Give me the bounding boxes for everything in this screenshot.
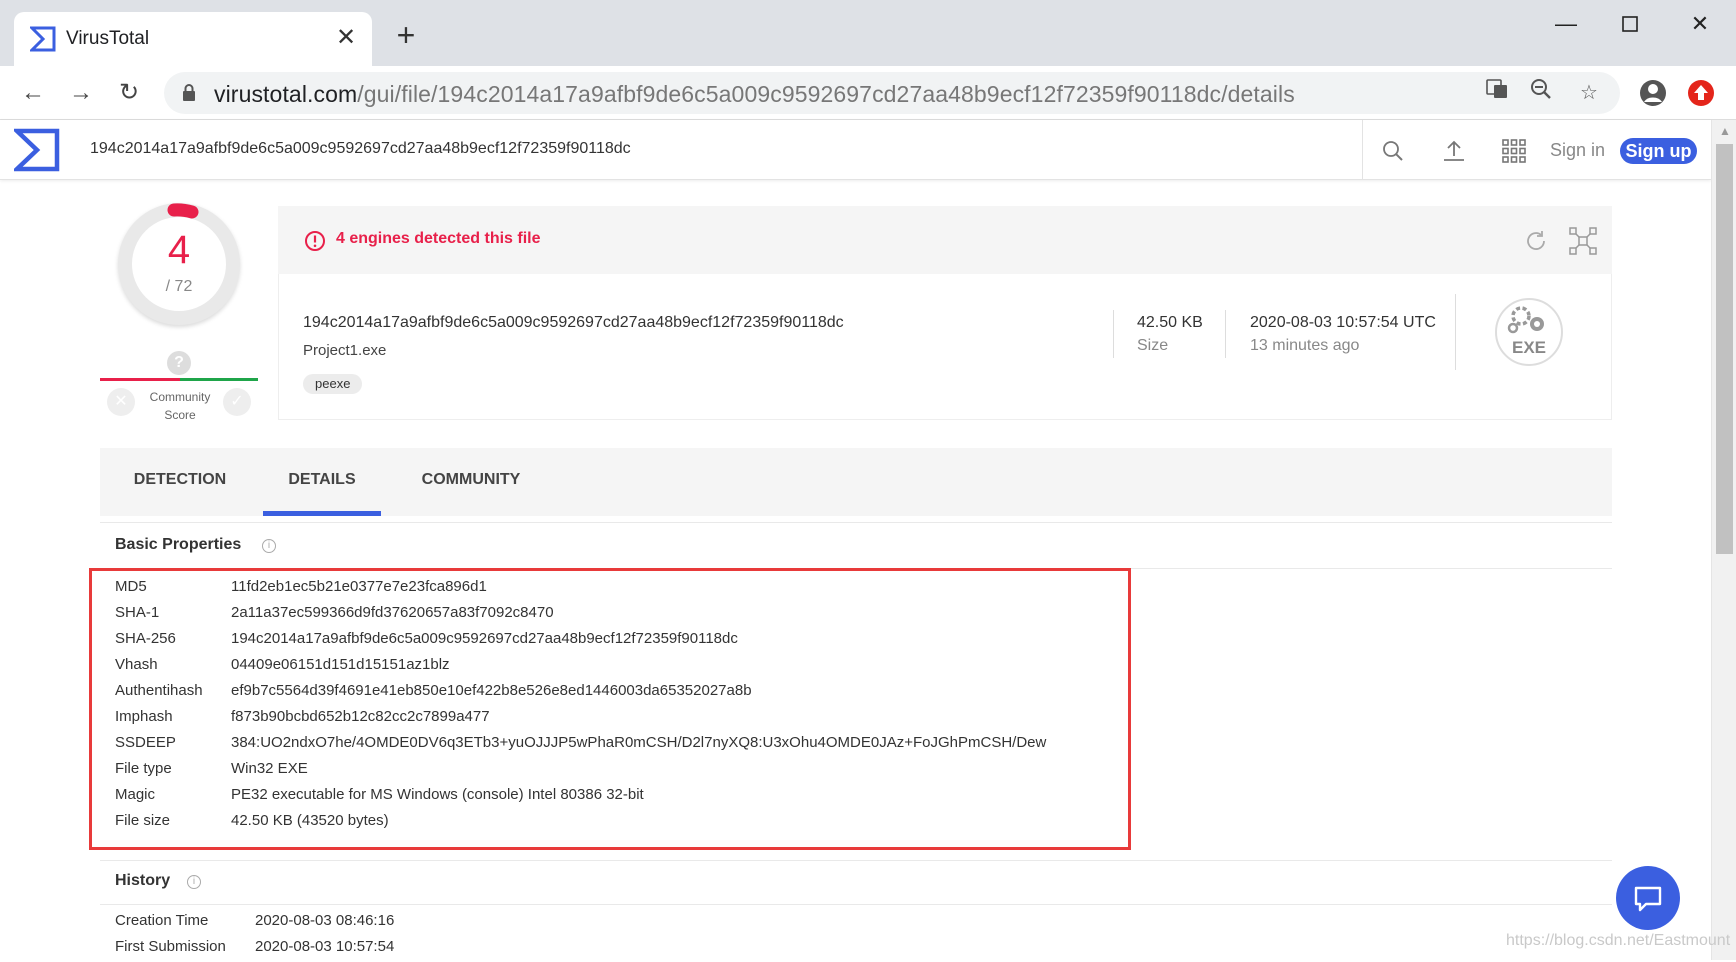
back-arrow-icon[interactable]: ← — [16, 76, 50, 110]
update-arrow-icon[interactable] — [1684, 76, 1718, 110]
file-type-badge: EXE — [1495, 298, 1563, 366]
history-key: Creation Time — [115, 912, 209, 929]
file-date-relative: 13 minutes ago — [1250, 337, 1360, 354]
community-score-label-line2: Score — [164, 408, 196, 422]
vote-malicious-icon[interactable]: ✕ — [107, 388, 135, 416]
file-tag[interactable]: peexe — [303, 374, 363, 394]
page-scrollbar[interactable]: ▲ — [1711, 120, 1736, 960]
file-type-text: EXE — [1511, 338, 1547, 357]
maximize-icon[interactable] — [1606, 8, 1654, 40]
detection-banner: 4 engines detected this file — [278, 206, 1612, 274]
community-score-unknown-icon: ? — [167, 351, 191, 375]
history-value: 2020-08-03 08:46:16 — [255, 912, 395, 929]
history-info-icon[interactable]: i — [187, 875, 201, 889]
file-date-value: 2020-08-03 10:57:54 UTC — [1250, 314, 1436, 331]
info-divider — [1225, 310, 1226, 358]
scroll-thumb[interactable] — [1716, 144, 1733, 554]
reload-icon[interactable]: ↻ — [112, 76, 146, 110]
file-size-value: 42.50 KB — [1137, 314, 1203, 331]
profile-avatar-icon[interactable] — [1636, 76, 1670, 110]
section-divider — [100, 860, 1612, 861]
vote-harmless-icon[interactable]: ✓ — [223, 388, 251, 416]
forward-arrow-icon[interactable]: → — [64, 76, 98, 110]
browser-tabstrip: VirusTotal ✕ + — ✕ — [0, 0, 1736, 66]
url-text[interactable]: virustotal.com/gui/file/194c2014a17a9afb… — [214, 81, 1295, 108]
history-title: History — [115, 872, 171, 889]
detection-count: 4 — [167, 228, 191, 272]
chat-bubble-icon — [1634, 886, 1662, 912]
search-input[interactable]: 194c2014a17a9afbf9de6c5a009c9592697cd27a… — [90, 140, 631, 158]
community-score-positive-bar — [180, 378, 258, 381]
tab-close-icon[interactable]: ✕ — [332, 24, 360, 52]
apps-grid-icon[interactable] — [1499, 136, 1529, 166]
alert-circle-icon — [305, 231, 325, 251]
lock-icon — [183, 84, 195, 101]
highlight-annotation-box — [89, 568, 1131, 850]
exe-gears-icon — [1507, 306, 1544, 334]
tab-community[interactable]: COMMUNITY — [406, 448, 536, 516]
window-close-icon[interactable]: ✕ — [1676, 8, 1724, 40]
report-tabs: DETECTION DETAILS COMMUNITY — [100, 448, 1612, 516]
tab-detection[interactable]: DETECTION — [120, 448, 240, 516]
vt-header: 194c2014a17a9afbf9de6c5a009c9592697cd27a… — [0, 120, 1711, 180]
tab-title: VirusTotal — [66, 28, 150, 49]
browser-tab[interactable]: VirusTotal ✕ — [14, 12, 372, 66]
bookmark-star-icon[interactable]: ☆ — [1574, 78, 1604, 108]
section-divider — [100, 904, 1612, 905]
tab-details[interactable]: DETAILS — [263, 448, 381, 516]
watermark-text: https://blog.csdn.net/Eastmount — [1506, 932, 1731, 949]
file-hash: 194c2014a17a9afbf9de6c5a009c9592697cd27a… — [303, 314, 844, 331]
tabs-divider — [100, 522, 1612, 523]
basic-properties-info-icon[interactable]: i — [262, 539, 276, 553]
browser-toolbar: ← → ↻ virustotal.com/gui/file/194c2014a1… — [0, 66, 1736, 120]
translate-icon[interactable] — [1482, 78, 1512, 108]
community-score-negative-bar — [100, 378, 180, 381]
file-name: Project1.exe — [303, 342, 387, 359]
community-score-label-line1: Community — [149, 390, 211, 404]
basic-properties-title: Basic Properties — [115, 536, 242, 553]
new-tab-icon[interactable]: + — [392, 19, 420, 51]
detection-total: / 72 — [165, 278, 193, 295]
file-info-box: 194c2014a17a9afbf9de6c5a009c9592697cd27a… — [278, 274, 1612, 420]
header-divider — [1362, 120, 1363, 180]
sign-up-button[interactable]: Sign up — [1620, 138, 1697, 164]
upload-icon[interactable] — [1439, 136, 1469, 166]
virustotal-logo-icon[interactable] — [14, 128, 60, 172]
scroll-up-arrow-icon[interactable]: ▲ — [1718, 124, 1732, 138]
community-score-label: Community Score — [140, 388, 220, 424]
search-icon[interactable] — [1378, 136, 1408, 166]
history-key: First Submission — [115, 938, 226, 955]
minimize-icon[interactable]: — — [1542, 8, 1590, 40]
address-bar[interactable]: virustotal.com/gui/file/194c2014a17a9afb… — [164, 72, 1620, 114]
file-size-label: Size — [1137, 337, 1169, 354]
url-path: /gui/file/194c2014a17a9afbf9de6c5a009c95… — [357, 81, 1295, 107]
chat-button[interactable] — [1616, 866, 1680, 930]
sign-in-link[interactable]: Sign in — [1550, 140, 1605, 161]
url-host: virustotal.com — [214, 81, 358, 107]
graph-view-icon[interactable] — [1568, 226, 1598, 256]
info-divider — [1113, 310, 1114, 358]
info-divider — [1455, 294, 1456, 370]
history-value: 2020-08-03 10:57:54 — [255, 938, 395, 955]
zoom-out-icon[interactable] — [1526, 78, 1556, 108]
detection-banner-text: 4 engines detected this file — [336, 230, 541, 247]
reanalyze-icon[interactable] — [1521, 226, 1551, 256]
virustotal-favicon-icon — [30, 26, 56, 52]
